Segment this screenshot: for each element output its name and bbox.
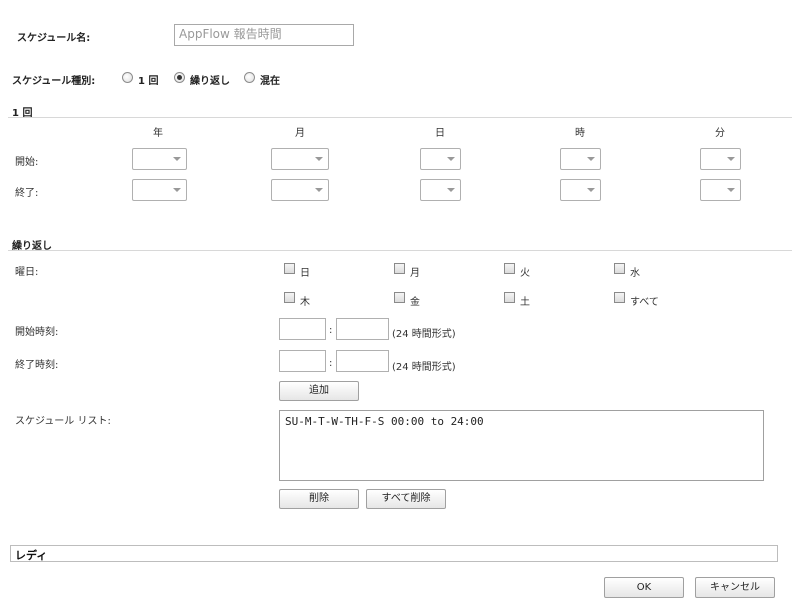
day-label: すべて — [630, 297, 659, 308]
day-label: 金 — [410, 297, 420, 308]
chevron-down-icon — [447, 157, 455, 161]
ok-button[interactable]: OK — [604, 577, 684, 598]
day-label: 水 — [630, 268, 640, 279]
day-label: 日 — [300, 268, 310, 279]
schedule-list[interactable]: SU-M-T-W-TH-F-S 00:00 to 24:00 — [279, 410, 764, 481]
once-divider — [8, 117, 792, 118]
column-month: 月 — [295, 128, 305, 139]
delete-button[interactable]: 削除 — [279, 489, 359, 509]
start-hour-select[interactable] — [560, 148, 601, 170]
end-hour-input[interactable] — [279, 350, 326, 372]
chevron-down-icon — [315, 157, 323, 161]
end-hour-select[interactable] — [560, 179, 601, 201]
end-year-select[interactable] — [132, 179, 187, 201]
weekday-label: 曜日: — [15, 267, 39, 278]
end-time-hint: (24 時間形式) — [392, 362, 456, 373]
radio-mixed-label: 混在 — [260, 76, 280, 87]
column-year: 年 — [153, 128, 163, 139]
start-time-label: 開始時刻: — [15, 327, 59, 338]
chevron-down-icon — [727, 188, 735, 192]
chevron-down-icon — [173, 157, 181, 161]
column-day: 日 — [435, 128, 445, 139]
schedule-type-label: スケジュール種別: — [12, 76, 96, 87]
chevron-down-icon — [587, 188, 595, 192]
day-label: 月 — [410, 268, 420, 279]
checkbox[interactable] — [394, 263, 405, 274]
start-day-select[interactable] — [420, 148, 461, 170]
end-minute-input[interactable] — [336, 350, 389, 372]
chevron-down-icon — [447, 188, 455, 192]
cancel-button[interactable]: キャンセル — [695, 577, 775, 598]
start-hour-input[interactable] — [279, 318, 326, 340]
checkbox[interactable] — [284, 292, 295, 303]
end-month-select[interactable] — [271, 179, 329, 201]
once-start-label: 開始: — [15, 157, 39, 168]
end-time-label: 終了時刻: — [15, 360, 59, 371]
end-minute-select[interactable] — [700, 179, 741, 201]
once-end-label: 終了: — [15, 188, 39, 199]
start-time-hint: (24 時間形式) — [392, 329, 456, 340]
chevron-down-icon — [315, 188, 323, 192]
checkbox[interactable] — [614, 263, 625, 274]
checkbox[interactable] — [284, 263, 295, 274]
end-time-colon: : — [329, 358, 333, 369]
day-label: 土 — [520, 297, 530, 308]
schedule-list-label: スケジュール リスト: — [15, 416, 111, 427]
chevron-down-icon — [587, 157, 595, 161]
start-time-colon: : — [329, 325, 333, 336]
end-day-select[interactable] — [420, 179, 461, 201]
status-bar: レディ — [10, 545, 778, 562]
radio-once[interactable] — [122, 72, 133, 83]
schedule-list-item[interactable]: SU-M-T-W-TH-F-S 00:00 to 24:00 — [285, 415, 758, 428]
radio-recurring-label: 繰り返し — [190, 76, 230, 87]
checkbox[interactable] — [394, 292, 405, 303]
chevron-down-icon — [727, 157, 735, 161]
schedule-name-label: スケジュール名: — [17, 33, 91, 44]
start-minute-input[interactable] — [336, 318, 389, 340]
radio-mixed[interactable] — [244, 72, 255, 83]
checkbox[interactable] — [504, 263, 515, 274]
add-button[interactable]: 追加 — [279, 381, 359, 401]
day-label: 火 — [520, 268, 530, 279]
start-month-select[interactable] — [271, 148, 329, 170]
delete-all-button[interactable]: すべて削除 — [366, 489, 446, 509]
column-hour: 時 — [575, 128, 585, 139]
schedule-name-input[interactable]: AppFlow 報告時間 — [174, 24, 354, 46]
radio-recurring[interactable] — [174, 72, 185, 83]
checkbox[interactable] — [614, 292, 625, 303]
column-minute: 分 — [715, 128, 725, 139]
radio-once-label: 1 回 — [138, 76, 159, 87]
day-label: 木 — [300, 297, 310, 308]
recurring-divider — [8, 250, 792, 251]
checkbox[interactable] — [504, 292, 515, 303]
chevron-down-icon — [173, 188, 181, 192]
start-year-select[interactable] — [132, 148, 187, 170]
start-minute-select[interactable] — [700, 148, 741, 170]
